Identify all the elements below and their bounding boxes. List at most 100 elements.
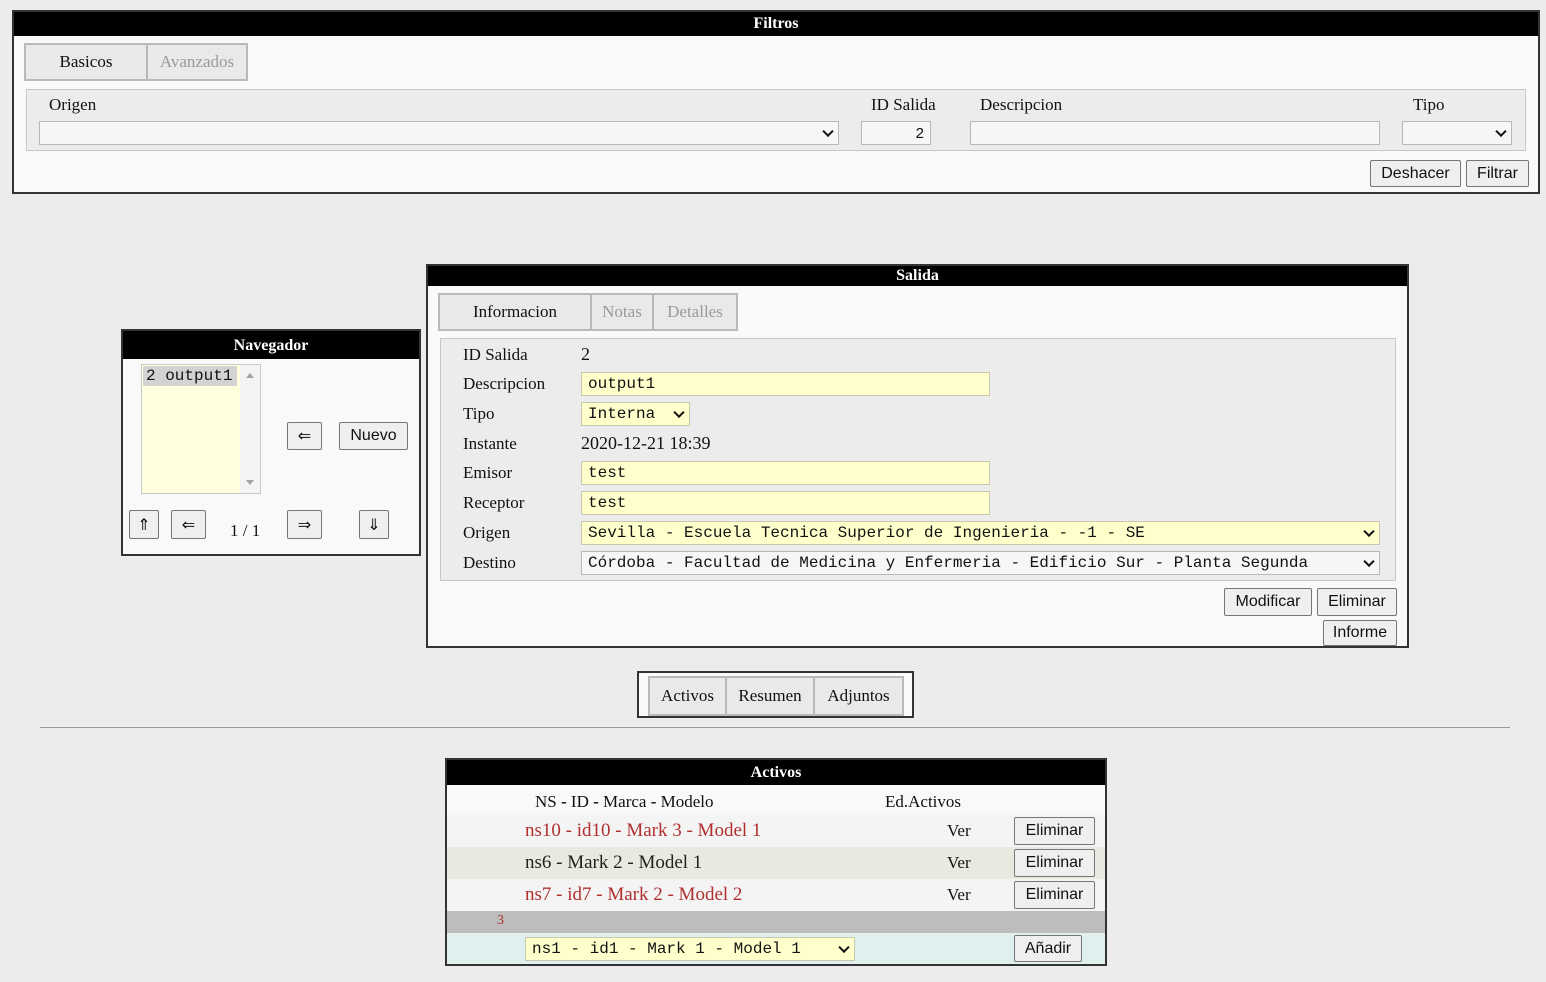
section-tabs-frame: Activos Resumen Adjuntos [637, 671, 914, 718]
section-divider [40, 727, 1510, 728]
header-separator: - [560, 792, 567, 811]
header-modelo-label: Modelo [660, 792, 714, 811]
destino-field-label: Destino [463, 553, 516, 572]
header-ns: NS - ID - Marca - Modelo [535, 792, 714, 812]
tipo-field-select[interactable]: Interna [581, 402, 690, 426]
emisor-field-value: test [588, 464, 627, 482]
table-row: ns7 - id7 - Mark 2 - Model 2 Ver Elimina… [447, 879, 1105, 911]
id-salida-value: 2 [915, 124, 924, 142]
nuevo-button[interactable]: Nuevo [339, 422, 408, 450]
row-text: ns7 - id7 - Mark 2 - Model 2 [525, 884, 743, 905]
ver-link[interactable]: Ver [947, 885, 971, 905]
ver-link[interactable]: Ver [947, 821, 971, 841]
prev-button[interactable]: ⇐ [171, 510, 206, 539]
list-scrollbar[interactable] [240, 365, 260, 493]
table-row: ns6 - Mark 2 - Model 1 Ver Eliminar [447, 847, 1105, 879]
tab-detalles[interactable]: Detalles [654, 295, 736, 329]
filtros-tabs: Basicos Avanzados [24, 43, 248, 81]
descripcion-field-input[interactable]: output1 [581, 372, 990, 396]
instante-field-value: 2020-12-21 18:39 [581, 433, 711, 453]
page-indicator: 1 / 1 [230, 521, 261, 540]
scroll-up-icon[interactable] [246, 373, 254, 378]
descripcion-label: Descripcion [980, 95, 1063, 114]
add-row: ns1 - id1 - Mark 1 - Model 1 Añadir [447, 933, 1105, 964]
row-text: ns6 - Mark 2 - Model 1 [525, 852, 703, 873]
list-item[interactable]: 2 output1 [143, 366, 237, 386]
emisor-field-input[interactable]: test [581, 461, 990, 485]
row-eliminar-button[interactable]: Eliminar [1014, 817, 1095, 845]
header-ns-label: NS [535, 792, 557, 811]
salida-tabs: Informacion Notas Detalles [438, 293, 738, 331]
eliminar-button[interactable]: Eliminar [1317, 588, 1397, 616]
tab-basicos[interactable]: Basicos [26, 45, 148, 79]
ver-link[interactable]: Ver [947, 853, 971, 873]
salida-form: ID Salida 2 Descripcion output1 Tipo Int… [440, 338, 1396, 581]
add-activo-select[interactable]: ns1 - id1 - Mark 1 - Model 1 [525, 937, 855, 961]
tab-avanzados[interactable]: Avanzados [148, 45, 246, 79]
receptor-field-input[interactable]: test [581, 491, 990, 515]
chevron-down-icon [1495, 125, 1507, 138]
filtros-form: Origen ID Salida Descripcion Tipo 2 [26, 89, 1526, 151]
navegador-panel: Navegador 2 output1 ⇐ Nuevo ⇑ ⇐ 1 / 1 ⇒ … [121, 329, 421, 556]
id-salida-field-label: ID Salida [463, 345, 528, 364]
row-eliminar-button[interactable]: Eliminar [1014, 881, 1095, 909]
chevron-down-icon [838, 941, 850, 954]
row-text: ns10 - id10 - Mark 3 - Model 1 [525, 820, 762, 841]
destino-field-value: Córdoba - Facultad de Medicina y Enferme… [588, 554, 1309, 572]
tab-resumen[interactable]: Resumen [727, 678, 815, 714]
activos-header: NS - ID - Marca - Modelo Ed.Activos [447, 785, 1105, 815]
receptor-field-value: test [588, 494, 627, 512]
instante-field-label: Instante [463, 434, 517, 453]
tipo-label: Tipo [1413, 95, 1445, 114]
tab-notas[interactable]: Notas [592, 295, 654, 329]
tipo-field-value: Interna [588, 405, 656, 423]
descripcion-field-value: output1 [588, 375, 656, 393]
back-arrow-button[interactable]: ⇐ [287, 422, 322, 450]
id-salida-label: ID Salida [871, 95, 936, 114]
receptor-field-label: Receptor [463, 493, 525, 512]
header-separator: - [650, 792, 657, 811]
origen-field-value: Sevilla - Escuela Tecnica Superior de In… [588, 524, 1145, 542]
row-eliminar-button[interactable]: Eliminar [1014, 849, 1095, 877]
id-salida-field-value: 2 [581, 344, 590, 364]
chevron-down-icon [822, 125, 834, 138]
tab-activos[interactable]: Activos [650, 678, 727, 714]
activos-count: 3 [497, 913, 504, 928]
descripcion-input[interactable] [970, 121, 1380, 145]
header-ed-activos: Ed.Activos [885, 792, 962, 811]
header-id-label: ID [570, 792, 589, 811]
destino-field-select[interactable]: Córdoba - Facultad de Medicina y Enferme… [581, 551, 1380, 575]
navegador-title: Navegador [123, 331, 419, 359]
origen-label: Origen [49, 95, 97, 114]
origen-field-label: Origen [463, 523, 511, 542]
salida-title: Salida [428, 266, 1407, 286]
descripcion-field-label: Descripcion [463, 374, 546, 393]
origen-field-select[interactable]: Sevilla - Escuela Tecnica Superior de In… [581, 521, 1380, 545]
filtros-panel: Filtros Basicos Avanzados Origen ID Sali… [12, 10, 1540, 194]
last-button[interactable]: ⇓ [359, 510, 389, 539]
scroll-down-icon[interactable] [246, 480, 254, 485]
tab-informacion[interactable]: Informacion [440, 295, 592, 329]
salida-panel: Salida Informacion Notas Detalles ID Sal… [426, 264, 1409, 648]
tab-adjuntos[interactable]: Adjuntos [815, 678, 902, 714]
first-button[interactable]: ⇑ [129, 510, 159, 539]
navegador-list[interactable]: 2 output1 [141, 364, 261, 494]
tipo-field-label: Tipo [463, 404, 495, 423]
chevron-down-icon [1363, 525, 1375, 538]
add-activo-value: ns1 - id1 - Mark 1 - Model 1 [532, 940, 801, 958]
emisor-field-label: Emisor [463, 463, 513, 482]
table-row: ns10 - id10 - Mark 3 - Model 1 Ver Elimi… [447, 815, 1105, 847]
filtros-title: Filtros [14, 12, 1538, 36]
header-marca-label: Marca [603, 792, 647, 811]
filtrar-button[interactable]: Filtrar [1466, 160, 1529, 187]
chevron-down-icon [1363, 555, 1375, 568]
tipo-select[interactable] [1402, 121, 1512, 145]
id-salida-input[interactable]: 2 [861, 121, 931, 145]
next-button[interactable]: ⇒ [287, 510, 322, 539]
deshacer-button[interactable]: Deshacer [1370, 160, 1461, 187]
activos-panel: Activos NS - ID - Marca - Modelo Ed.Acti… [445, 758, 1107, 966]
anadir-button[interactable]: Añadir [1014, 935, 1082, 962]
informe-button[interactable]: Informe [1323, 620, 1397, 646]
modificar-button[interactable]: Modificar [1224, 588, 1312, 616]
origen-select[interactable] [39, 121, 839, 145]
